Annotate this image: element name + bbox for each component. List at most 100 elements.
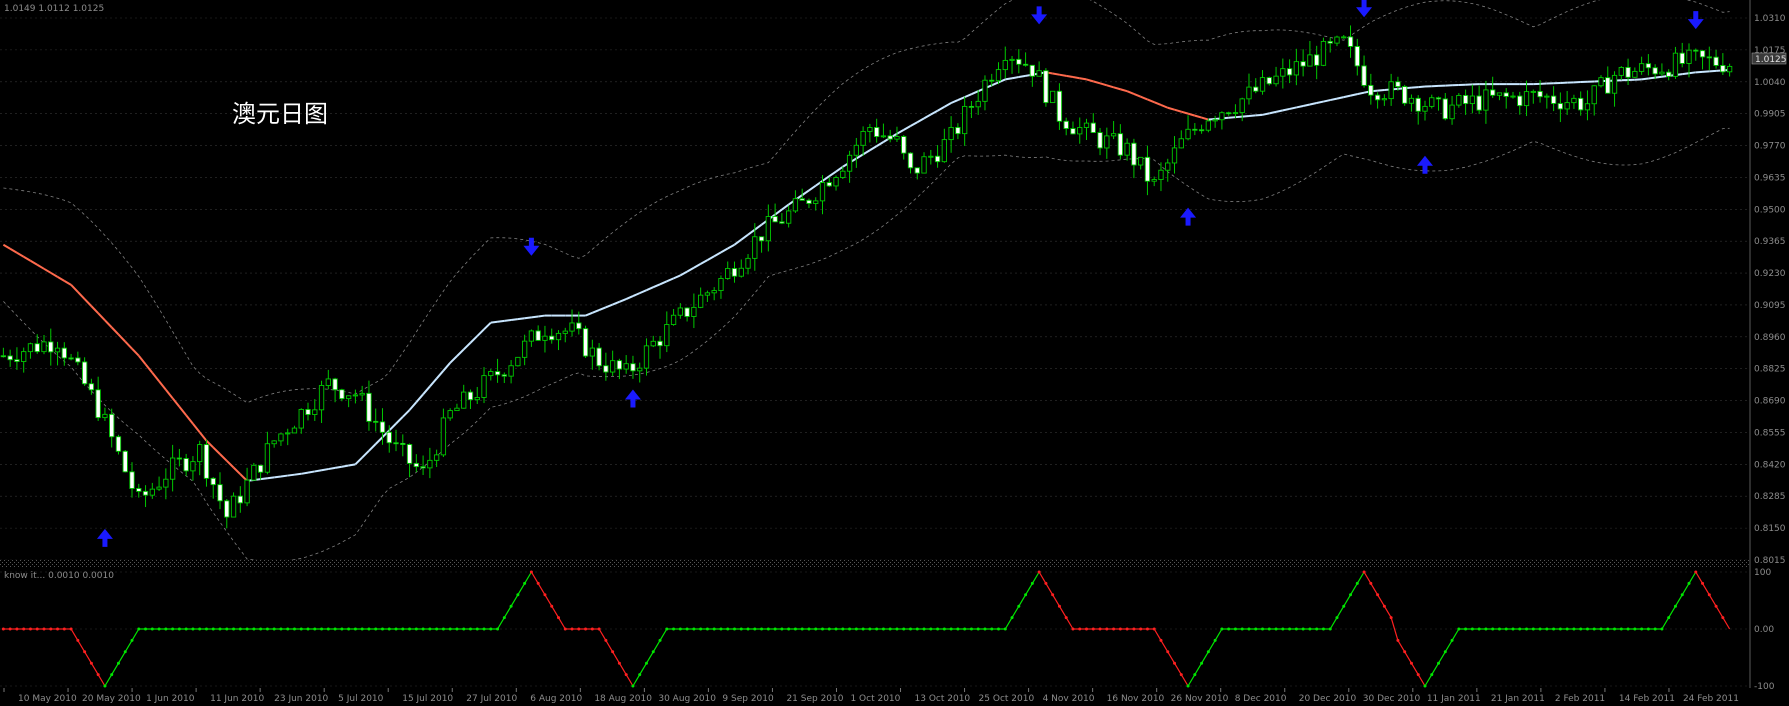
ma-segment	[659, 280, 668, 286]
candle-body	[1679, 52, 1685, 64]
candle-body	[542, 335, 548, 341]
indicator-point	[408, 627, 412, 631]
indicator-point	[631, 684, 635, 688]
ma-segment	[1153, 101, 1162, 106]
ma-segment	[1079, 77, 1087, 81]
indicator-segment	[1695, 571, 1704, 584]
ma-segment	[1072, 76, 1080, 80]
candle-body	[616, 360, 623, 370]
ma-segment	[361, 450, 370, 459]
ma-segment	[395, 416, 404, 425]
candle-body	[528, 330, 535, 342]
indicator-point	[726, 627, 730, 631]
ma-segment	[801, 189, 810, 196]
candle-body	[1598, 77, 1604, 87]
indicator-point	[1565, 627, 1569, 631]
ma-segment	[510, 318, 518, 321]
indicator-point	[502, 616, 506, 620]
ma-segment	[957, 96, 966, 101]
candle-body	[34, 343, 40, 353]
candle-body	[609, 360, 616, 373]
ma-segment	[774, 208, 783, 216]
indicator-segment	[517, 583, 526, 596]
candle-body	[596, 347, 602, 367]
ma-segment	[706, 255, 715, 261]
indicator-point	[888, 627, 892, 631]
candle-body	[1584, 103, 1591, 111]
candle-body	[1530, 90, 1536, 93]
ma-segment	[740, 233, 749, 241]
indicator-segment	[503, 605, 512, 618]
indicator-point	[259, 627, 263, 631]
indicator-point	[766, 627, 770, 631]
indicator-point	[279, 627, 283, 631]
candle-body	[454, 407, 460, 412]
candle-body	[1429, 97, 1435, 107]
indicator-point	[936, 627, 940, 631]
candle-body	[630, 363, 636, 372]
candle-body	[163, 478, 169, 488]
indicator-point	[1497, 627, 1501, 631]
candle-body	[1645, 63, 1652, 69]
current-price-label: 1.0125	[1755, 55, 1787, 65]
candle-body	[1666, 71, 1672, 77]
indicator-point	[1721, 616, 1725, 620]
candle-body	[1131, 142, 1137, 166]
indicator-point	[150, 627, 154, 631]
indicator-point	[428, 627, 432, 631]
candle-body	[406, 444, 413, 464]
candle-body	[718, 278, 724, 292]
candle-body	[1496, 92, 1503, 96]
ma-segment	[368, 443, 377, 452]
indicator-point	[732, 627, 736, 631]
candle-body	[853, 144, 859, 156]
candle-body	[711, 290, 717, 294]
indicator-point	[1233, 627, 1237, 631]
candle-body	[921, 156, 927, 174]
price-chart[interactable]: 1.03101.01751.00400.99050.97700.96350.95…	[0, 0, 1789, 706]
ma-segment	[1411, 86, 1419, 89]
candle-body	[129, 471, 135, 489]
candle-body	[1638, 63, 1645, 72]
ma-segment	[821, 175, 830, 182]
indicator-point	[1525, 627, 1529, 631]
candle-body	[197, 444, 203, 463]
indicator-segment	[1702, 583, 1710, 596]
indicator-point	[516, 593, 520, 597]
indicator-point	[556, 616, 560, 620]
ma-segment	[639, 289, 647, 295]
ma-segment	[1289, 106, 1297, 110]
indicator-point	[773, 627, 777, 631]
indicator-point	[814, 627, 818, 631]
moving-average-line	[2, 68, 1730, 482]
panel-separator[interactable]	[0, 560, 1750, 567]
indicator-point	[1193, 673, 1197, 677]
indicator-segment	[1377, 594, 1385, 607]
candle-body	[176, 457, 183, 460]
candle-body	[637, 367, 643, 372]
indicator-point	[103, 684, 107, 688]
indicator-point	[320, 627, 324, 631]
candle-body	[1537, 90, 1543, 98]
down-arrow-icon	[1031, 6, 1048, 25]
indicator-point	[1349, 593, 1353, 597]
indicator-point	[590, 627, 594, 631]
ma-segment	[57, 275, 65, 282]
candle-body	[1246, 86, 1252, 100]
indicator-point	[1619, 627, 1623, 631]
candle-body	[968, 105, 975, 108]
indicator-point	[658, 638, 662, 642]
indicator-point	[644, 661, 648, 665]
ma-segment	[348, 463, 356, 467]
indicator-point	[1132, 627, 1136, 631]
indicator-point	[875, 627, 879, 631]
candle-body	[1672, 52, 1679, 77]
candle-body	[1232, 112, 1239, 115]
candle-body	[0, 355, 7, 358]
candle-body	[955, 126, 961, 135]
candle-body	[345, 395, 352, 400]
candle-body	[48, 341, 54, 353]
indicator-point	[550, 604, 554, 608]
indicator-point	[848, 627, 852, 631]
ma-segment	[36, 263, 45, 270]
